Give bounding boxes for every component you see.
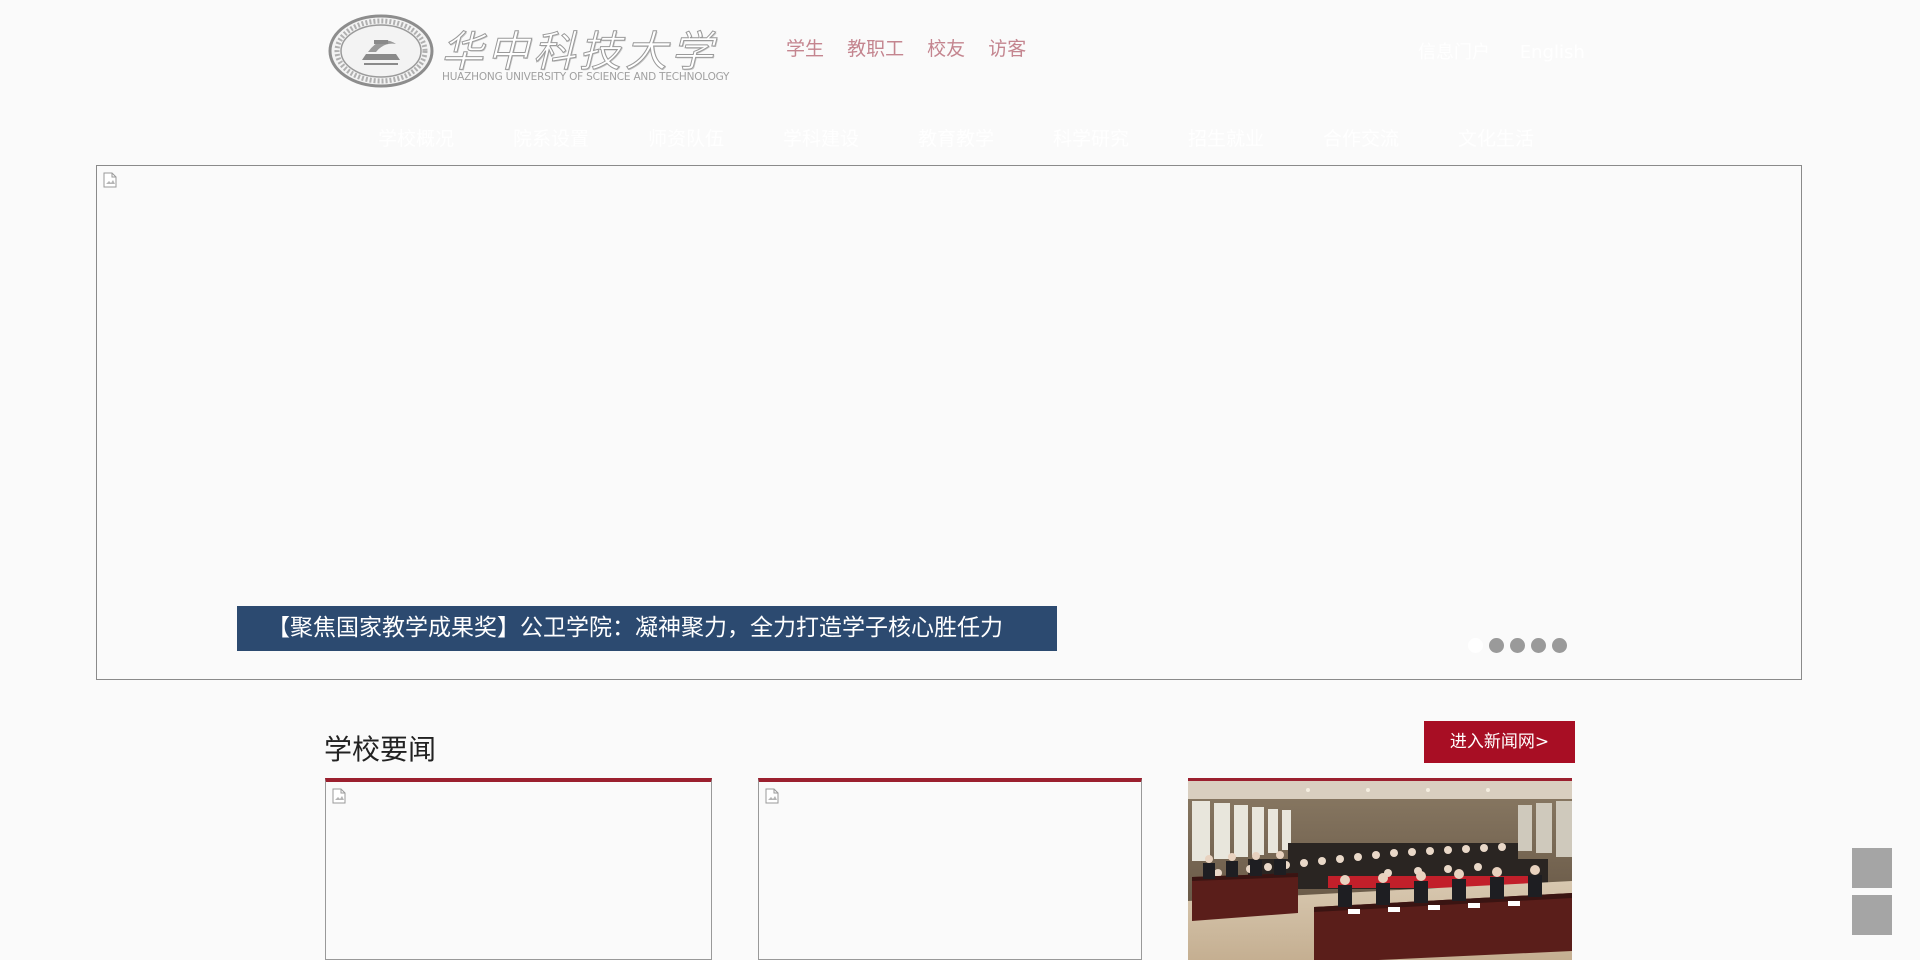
slider-dot-3[interactable]: [1510, 638, 1525, 653]
hero-slider[interactable]: 【聚焦国家教学成果奖】公卫学院：凝神聚力，全力打造学子核心胜任力: [96, 165, 1802, 680]
broken-image-icon: [103, 172, 117, 188]
nav-item-cooperation[interactable]: 合作交流: [1323, 124, 1458, 151]
slider-dot-1[interactable]: [1468, 638, 1483, 653]
nav-item-faculty[interactable]: 师资队伍: [648, 124, 783, 151]
news-card[interactable]: [758, 778, 1142, 960]
hero-caption[interactable]: 【聚焦国家教学成果奖】公卫学院：凝神聚力，全力打造学子核心胜任力: [237, 606, 1057, 651]
university-logo[interactable]: 华中科技大学 HUAZHONG UNIVERSITY OF SCIENCE AN…: [328, 12, 748, 90]
nav-item-overview[interactable]: 学校概况: [378, 124, 513, 151]
link-staff[interactable]: 教职工: [847, 38, 904, 60]
link-english[interactable]: English: [1520, 42, 1585, 63]
logo-seal-icon: [328, 14, 434, 88]
broken-image-icon: [332, 788, 346, 804]
nav-item-departments[interactable]: 院系设置: [513, 124, 648, 151]
nav-item-research[interactable]: 科学研究: [1053, 124, 1188, 151]
utility-links: 信息门户 English: [1418, 38, 1609, 64]
slider-dot-4[interactable]: [1531, 638, 1546, 653]
audience-links: 学生 教职工 校友 访客: [786, 34, 1043, 61]
slider-dot-5[interactable]: [1552, 638, 1567, 653]
main-navigation: 学校概况 院系设置 师资队伍 学科建设 教育教学 科学研究 招生就业 合作交流 文化生活: [378, 124, 1593, 151]
link-alumni[interactable]: 校友: [927, 38, 965, 60]
logo-title: 华中科技大学: [440, 27, 718, 77]
conference-photo: [1188, 781, 1572, 960]
link-visitors[interactable]: 访客: [988, 38, 1026, 60]
nav-item-education[interactable]: 教育教学: [918, 124, 1053, 151]
section-title-news: 学校要闻: [324, 733, 437, 766]
side-float-button-1[interactable]: [1852, 848, 1892, 888]
news-card[interactable]: [325, 778, 712, 960]
logo-subtitle: HUAZHONG UNIVERSITY OF SCIENCE AND TECHN…: [442, 71, 730, 83]
nav-item-disciplines[interactable]: 学科建设: [783, 124, 918, 151]
slider-dots: [1468, 638, 1573, 657]
link-students[interactable]: 学生: [786, 38, 824, 60]
nav-item-admissions[interactable]: 招生就业: [1188, 124, 1323, 151]
news-card[interactable]: [1188, 778, 1572, 960]
broken-image-icon: [765, 788, 779, 804]
link-info-portal[interactable]: 信息门户: [1418, 42, 1490, 63]
side-float-button-2[interactable]: [1852, 895, 1892, 935]
slider-dot-2[interactable]: [1489, 638, 1504, 653]
enter-news-button[interactable]: 进入新闻网>: [1424, 721, 1575, 763]
nav-item-culture[interactable]: 文化生活: [1458, 124, 1593, 151]
